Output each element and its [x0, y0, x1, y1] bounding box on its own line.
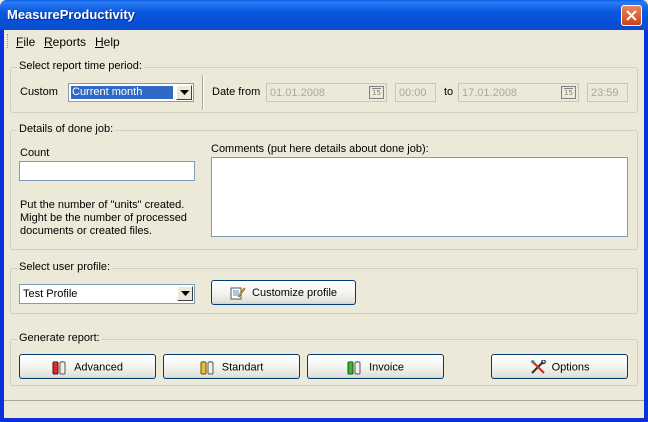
period-select-value: Current month — [71, 86, 173, 99]
count-hint-line3: documents or created files. — [20, 225, 153, 237]
profile-select[interactable]: Test Profile — [19, 284, 195, 304]
battery-green-icon — [347, 361, 361, 375]
time-from-value: 00:00 — [399, 87, 427, 99]
date-from-field[interactable]: 01.01.2008 15 — [266, 83, 387, 102]
standart-report-button[interactable]: Standart — [163, 354, 300, 379]
calendar-icon: 15 — [564, 88, 573, 97]
period-select[interactable]: Current month — [68, 83, 194, 102]
time-to-field[interactable]: 23:59 — [587, 83, 628, 102]
custom-label: Custom — [20, 86, 58, 98]
status-bar — [4, 400, 644, 418]
period-separator — [202, 75, 204, 110]
invoice-report-button[interactable]: Invoice — [307, 354, 444, 379]
date-from-label: Date from — [212, 86, 261, 98]
comments-label: Comments (put here details about done jo… — [211, 143, 429, 155]
count-label: Count — [20, 147, 50, 159]
profile-select-arrow[interactable] — [177, 286, 193, 301]
time-from-field[interactable]: 00:00 — [395, 83, 436, 102]
app-window: MeasureProductivity File Reports Help Se… — [0, 0, 648, 422]
menu-reports[interactable]: Reports — [44, 35, 86, 49]
comments-textarea[interactable] — [211, 157, 628, 237]
menu-help[interactable]: Help — [95, 35, 120, 49]
profile-select-value: Test Profile — [23, 288, 78, 300]
customize-profile-button[interactable]: Customize profile — [211, 280, 356, 305]
menu-grip — [7, 34, 10, 48]
report-group-label: Generate report: — [17, 332, 102, 344]
window-title: MeasureProductivity — [7, 7, 135, 22]
period-group-label: Select report time period: — [17, 60, 144, 72]
battery-red-icon — [52, 361, 66, 375]
date-to-value: 17.01.2008 — [462, 87, 518, 99]
title-bar[interactable]: MeasureProductivity — [0, 0, 648, 30]
to-label: to — [444, 86, 454, 98]
period-select-arrow[interactable] — [176, 85, 192, 100]
client-area: File Reports Help Select report time per… — [4, 30, 644, 418]
count-hint-line1: Put the number of "units" created. — [20, 199, 185, 211]
advanced-report-button[interactable]: Advanced — [19, 354, 156, 379]
chevron-down-icon — [181, 291, 190, 296]
date-from-calendar-button[interactable]: 15 — [369, 86, 384, 99]
chevron-down-icon — [180, 90, 189, 95]
options-button[interactable]: Options — [491, 354, 628, 379]
profile-group-label: Select user profile: — [17, 261, 113, 273]
calendar-icon: 15 — [372, 88, 381, 97]
close-icon — [626, 10, 637, 21]
details-group-label: Details of done job: — [17, 123, 116, 135]
date-to-calendar-button[interactable]: 15 — [561, 86, 576, 99]
edit-notepad-icon — [230, 287, 246, 300]
tools-icon — [530, 360, 546, 374]
time-to-value: 23:59 — [591, 87, 619, 99]
battery-yellow-icon — [200, 361, 214, 375]
close-button[interactable] — [621, 5, 642, 26]
date-from-value: 01.01.2008 — [270, 87, 326, 99]
count-input[interactable] — [19, 161, 195, 181]
menu-bar: File Reports Help — [4, 30, 644, 52]
date-to-field[interactable]: 17.01.2008 15 — [458, 83, 579, 102]
count-hint-line2: Might be the number of processed — [20, 212, 187, 224]
menu-file[interactable]: File — [16, 35, 35, 49]
